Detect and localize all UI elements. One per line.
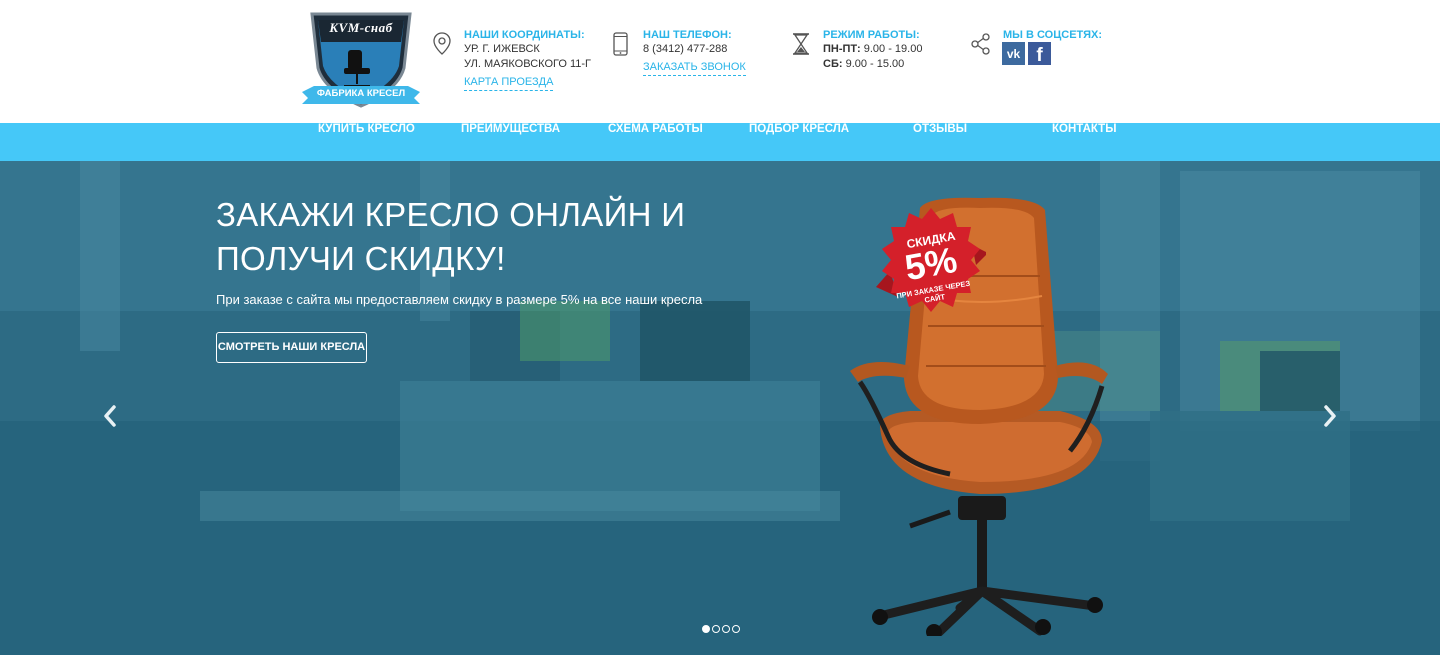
phone-title: Наш телефон: xyxy=(643,29,732,41)
vk-icon[interactable]: vk xyxy=(1002,42,1025,65)
address-city: УР. Г. ИЖЕВСК xyxy=(464,43,540,55)
slider-dot-4[interactable] xyxy=(732,625,740,633)
site-header: KVM-снаб ФАБРИКА КРЕСЕЛ Наши координаты:… xyxy=(0,0,1440,123)
logo[interactable]: KVM-снаб ФАБРИКА КРЕСЕЛ xyxy=(300,10,422,110)
slider-dot-1[interactable] xyxy=(702,625,710,633)
logo-brand-text: KVM-снаб xyxy=(329,20,393,35)
nav-item-buy-chair[interactable]: КУПИТЬ КРЕСЛО xyxy=(318,123,415,161)
hours-title: Режим работы: xyxy=(823,29,920,41)
logo-ribbon-text: ФАБРИКА КРЕСЕЛ xyxy=(316,88,406,99)
nav-item-workflow[interactable]: СХЕМА РАБОТЫ xyxy=(608,123,703,161)
view-chairs-button[interactable]: СМОТРЕТЬ НАШИ КРЕСЛА xyxy=(216,332,367,363)
address-street: УЛ. МАЯКОВСКОГО 11-Г xyxy=(464,58,591,70)
main-nav: КУПИТЬ КРЕСЛО ПРЕИМУЩЕСТВА СХЕМА РАБОТЫ … xyxy=(0,123,1440,161)
hours-saturday: СБ: 9.00 - 15.00 xyxy=(823,57,922,72)
hours-weekdays-value: 9.00 - 19.00 xyxy=(863,43,923,55)
slider-prev-icon[interactable] xyxy=(98,401,122,431)
social-links: vk f xyxy=(1002,42,1051,66)
facebook-icon[interactable]: f xyxy=(1028,42,1051,66)
phone-number[interactable]: 8 (3412) 477-288 xyxy=(643,42,746,57)
share-icon xyxy=(971,33,990,55)
hours-saturday-label: СБ: xyxy=(823,58,843,70)
discount-badge: СКИДКА 5% ПРИ ЗАКАЗЕ ЧЕРЕЗ САЙТ xyxy=(876,205,988,315)
hero-title: Закажи кресло онлайн и получи скидку! xyxy=(216,196,686,277)
social-title: Мы в соцсетях: xyxy=(1003,29,1103,41)
slider-dot-3[interactable] xyxy=(722,625,730,633)
nav-item-contacts[interactable]: КОНТАКТЫ xyxy=(1052,123,1116,161)
hours-weekdays-label: ПН-ПТ: xyxy=(823,43,861,55)
nav-item-advantages[interactable]: ПРЕИМУЩЕСТВА xyxy=(461,123,560,161)
callback-link[interactable]: ЗАКАЗАТЬ ЗВОНОК xyxy=(643,60,746,76)
map-link[interactable]: КАРТА ПРОЕЗДА xyxy=(464,75,554,91)
slider-dot-2[interactable] xyxy=(712,625,720,633)
nav-item-reviews[interactable]: ОТЗЫВЫ xyxy=(913,123,967,161)
hourglass-icon xyxy=(793,33,809,55)
nav-item-chair-selection[interactable]: ПОДБОР КРЕСЛА xyxy=(749,123,849,161)
location-pin-icon xyxy=(433,32,451,55)
phone-icon xyxy=(613,32,628,56)
hero-subtitle: При заказе с сайта мы предоставляем скид… xyxy=(216,292,703,307)
address-title: Наши координаты: xyxy=(464,29,585,41)
hours-weekdays: ПН-ПТ: 9.00 - 19.00 xyxy=(823,42,922,57)
slider-dots xyxy=(702,625,740,633)
hero-slider: Закажи кресло онлайн и получи скидку! Пр… xyxy=(0,161,1440,655)
hours-saturday-value: 9.00 - 15.00 xyxy=(845,58,905,70)
slider-next-icon[interactable] xyxy=(1318,401,1342,431)
